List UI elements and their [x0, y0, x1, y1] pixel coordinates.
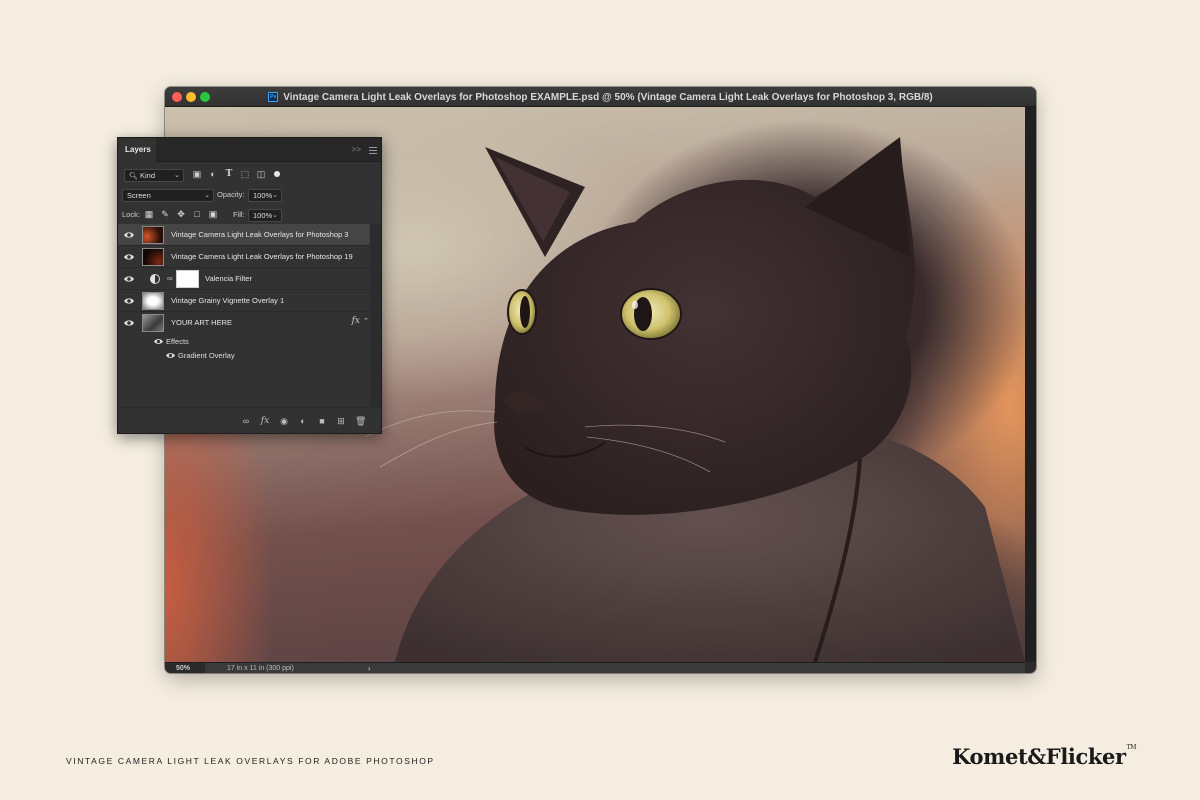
layer-name[interactable]: Vintage Camera Light Leak Overlays for P… [171, 252, 353, 261]
layers-list: Vintage Camera Light Leak Overlays for P… [118, 224, 370, 362]
status-bar: 50% 17 in x 11 in (300 ppi) › [165, 662, 1025, 673]
layer-row[interactable]: YOUR ART HERE fx ⌃ [118, 312, 370, 334]
lock-all-icon[interactable]: ▣ [208, 209, 218, 219]
document-size-info: 17 in x 11 in (300 ppi) [227, 664, 294, 672]
brand-name: Komet&Flicker [952, 744, 1126, 769]
vertical-scrollbar[interactable] [1025, 107, 1036, 662]
collapse-panel-icon[interactable]: >> [352, 145, 361, 154]
layer-row[interactable]: Vintage Grainy Vignette Overlay 1 [118, 290, 370, 312]
chevron-down-icon: ⌄ [174, 172, 180, 179]
layer-row[interactable]: Vintage Camera Light Leak Overlays for P… [118, 224, 370, 246]
new-group-icon[interactable]: ■ [317, 416, 327, 426]
layer-name[interactable]: YOUR ART HERE [171, 318, 232, 327]
filter-toggle-icon[interactable] [272, 169, 282, 179]
lock-position-icon[interactable]: ✥ [176, 209, 186, 219]
trademark-mark: TM [1126, 744, 1137, 751]
lock-artboard-icon[interactable]: □ [192, 209, 202, 219]
search-icon: 🔍︎ [129, 173, 138, 180]
opacity-field[interactable]: 100% ⌄ [248, 189, 282, 202]
layers-scrollbar[interactable] [370, 224, 381, 408]
lock-transparency-icon[interactable]: ▦ [144, 209, 154, 219]
window-title: Vintage Camera Light Leak Overlays for P… [283, 91, 933, 103]
fill-field[interactable]: 100% ⌄ [248, 209, 282, 222]
chevron-down-icon: ⌄ [204, 192, 210, 199]
chevron-up-icon[interactable]: ⌃ [363, 317, 369, 325]
link-layers-icon[interactable]: ∞ [241, 416, 251, 426]
adjustment-layer-icon [150, 274, 160, 284]
lock-row: Lock: ▦ ✎ ✥ □ ▣ Fill: 100% ⌄ [118, 206, 381, 226]
layers-panel: Layers >> 🔍︎ Kind ⌄ ▣ ◐ T ⬚ ◫ Screen ⌄ O… [117, 137, 382, 434]
layers-panel-footer: ∞ fx ◉ ◐ ■ ⊞ 🗑︎ [118, 407, 381, 433]
fill-label: Fill: [233, 210, 245, 219]
layer-thumbnail [142, 248, 164, 266]
add-mask-icon[interactable]: ◉ [279, 416, 289, 426]
adjustment-layer-filter-icon[interactable]: ◐ [208, 169, 218, 179]
layer-name[interactable]: Valencia Filter [205, 274, 252, 283]
new-layer-icon[interactable]: ⊞ [336, 416, 346, 426]
visibility-eye-icon[interactable] [124, 230, 134, 240]
trash-icon[interactable]: 🗑︎ [355, 416, 366, 426]
lock-label: Lock: [122, 210, 140, 219]
layer-filter-row: 🔍︎ Kind ⌄ ▣ ◐ T ⬚ ◫ [118, 166, 381, 186]
shape-layer-filter-icon[interactable]: ⬚ [240, 169, 250, 179]
visibility-eye-icon[interactable] [124, 274, 134, 284]
psd-file-icon: Ps [268, 92, 279, 102]
brand-logo: Komet&FlickerTM [952, 744, 1136, 769]
effects-label: Effects [166, 337, 189, 346]
chevron-down-icon: ⌄ [272, 192, 278, 199]
chevron-down-icon: ⌄ [272, 212, 278, 219]
layer-row[interactable]: ∞ Valencia Filter [118, 268, 370, 290]
layer-thumbnail [142, 314, 164, 332]
blend-mode-select[interactable]: Screen ⌄ [122, 189, 214, 202]
layer-kind-filter[interactable]: 🔍︎ Kind ⌄ [124, 169, 184, 182]
smart-object-filter-icon[interactable]: ◫ [256, 169, 266, 179]
opacity-label: Opacity: [217, 190, 245, 199]
panel-menu-icon[interactable] [369, 147, 377, 156]
caption-text: VINTAGE CAMERA LIGHT LEAK OVERLAYS FOR A… [66, 756, 435, 766]
visibility-eye-icon[interactable] [124, 252, 134, 262]
layer-thumbnail [142, 226, 164, 244]
effect-item-label: Gradient Overlay [178, 351, 235, 360]
layer-row[interactable]: Vintage Camera Light Leak Overlays for P… [118, 246, 370, 268]
layer-thumbnail [142, 292, 164, 310]
zoom-level-field[interactable]: 50% [165, 662, 205, 673]
blend-row: Screen ⌄ Opacity: 100% ⌄ [118, 186, 381, 206]
layer-name[interactable]: Vintage Grainy Vignette Overlay 1 [171, 296, 284, 305]
visibility-eye-icon[interactable] [124, 318, 134, 328]
window-titlebar[interactable]: Ps Vintage Camera Light Leak Overlays fo… [165, 87, 1036, 107]
pixel-layer-filter-icon[interactable]: ▣ [192, 169, 202, 179]
layer-mask-thumbnail [176, 270, 199, 288]
layer-effects-badge[interactable]: fx [352, 316, 360, 326]
new-adjustment-layer-icon[interactable]: ◐ [298, 416, 308, 426]
visibility-eye-icon[interactable] [166, 351, 175, 360]
type-layer-filter-icon[interactable]: T [224, 169, 234, 179]
add-layer-style-icon[interactable]: fx [260, 416, 270, 426]
lock-image-pixels-icon[interactable]: ✎ [160, 209, 170, 219]
effect-item-row[interactable]: Gradient Overlay [118, 348, 370, 362]
status-menu-arrow[interactable]: › [368, 664, 371, 673]
tab-layers[interactable]: Layers [118, 138, 156, 162]
link-icon[interactable]: ∞ [167, 274, 173, 283]
visibility-eye-icon[interactable] [154, 337, 163, 346]
layer-name[interactable]: Vintage Camera Light Leak Overlays for P… [171, 230, 348, 239]
effects-row[interactable]: Effects [118, 334, 370, 348]
panel-tabbar: Layers >> [118, 138, 381, 162]
visibility-eye-icon[interactable] [124, 296, 134, 306]
